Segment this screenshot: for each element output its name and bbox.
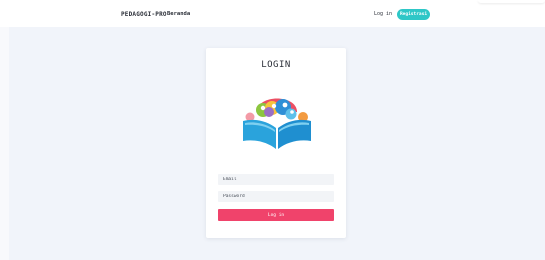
- open-book-with-people-logo-icon: [243, 98, 311, 149]
- login-link[interactable]: Log in: [374, 11, 392, 17]
- logo-lightblue-figure: [285, 108, 297, 120]
- password-field[interactable]: [218, 191, 334, 202]
- brand-logo-text[interactable]: PEDAGOGI-PRO: [121, 11, 167, 18]
- email-field[interactable]: [218, 174, 334, 185]
- nav-link-beranda[interactable]: Beranda: [167, 11, 190, 17]
- register-button[interactable]: Registrasi: [397, 9, 430, 20]
- left-side-strip: [0, 27, 9, 260]
- login-submit-button[interactable]: Log in: [218, 209, 334, 221]
- login-title: LOGIN: [261, 60, 291, 70]
- top-navbar: PEDAGOGI-PRO Beranda Log in Registrasi: [0, 0, 545, 27]
- corner-tab: [478, 0, 545, 3]
- logo-purple-figure: [264, 107, 274, 117]
- login-card: LOGIN Log in: [206, 48, 346, 238]
